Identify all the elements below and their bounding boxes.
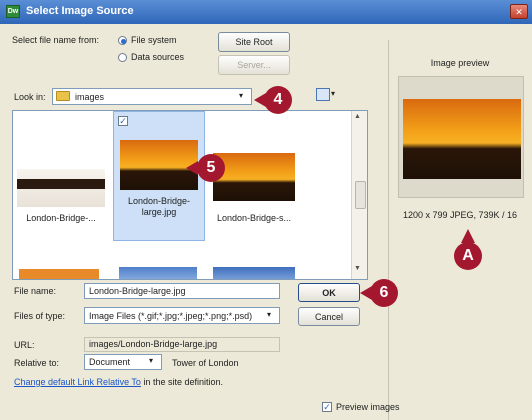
site-root-button[interactable]: Site Root [218, 32, 290, 52]
image-preview-label: Image preview [430, 58, 490, 68]
callout-tail [461, 229, 475, 243]
bridge-silhouette [17, 179, 105, 189]
close-button[interactable]: ✕ [510, 4, 528, 19]
callout-6: 6 [370, 279, 398, 307]
url-label: URL: [14, 340, 35, 350]
thumbnail-image [213, 267, 295, 279]
url-field[interactable]: images/London-Bridge-large.jpg [84, 337, 280, 352]
chevron-down-icon: ▾ [239, 91, 244, 100]
list-item[interactable]: London-Bridge-... [17, 115, 105, 227]
scroll-up-icon[interactable]: ▲ [354, 113, 361, 120]
preview-image [403, 99, 521, 179]
radio-data-sources[interactable] [118, 53, 127, 62]
radio-file-system-label: File system [131, 35, 177, 45]
callout-5: 5 [197, 154, 225, 182]
change-default-link[interactable]: Change default Link Relative To [14, 377, 141, 387]
view-menu-icon[interactable] [316, 88, 330, 101]
list-item-selected[interactable]: ✓ London-Bridge-large.jpg [113, 111, 205, 241]
callout-a: A [454, 242, 482, 270]
file-list[interactable]: London-Bridge-... ✓ London-Bridge-large.… [12, 110, 368, 280]
server-button[interactable]: Server... [218, 55, 290, 75]
cancel-button[interactable]: Cancel [298, 307, 360, 326]
thumbnail-image [19, 269, 99, 279]
file-name-label: London-Bridge-s... [216, 213, 292, 223]
preview-images-checkbox[interactable]: ✓ [322, 402, 332, 412]
chevron-down-icon: ▾ [149, 356, 154, 365]
scroll-thumb[interactable] [355, 181, 366, 209]
look-in-value: images [75, 92, 105, 102]
look-in-dropdown[interactable]: images ▾ [52, 88, 252, 105]
relative-to-value: Document [89, 357, 131, 367]
select-from-label: Select file name from: [12, 35, 100, 45]
folder-icon [56, 91, 70, 101]
view-menu-chevron-icon[interactable]: ▾ [331, 89, 335, 98]
radio-file-system[interactable] [118, 36, 127, 45]
scroll-down-icon[interactable]: ▼ [354, 265, 361, 272]
ok-button[interactable]: OK [298, 283, 360, 302]
thumbnail-image [17, 169, 105, 207]
files-of-type-label: Files of type: [14, 311, 66, 321]
relative-to-label: Relative to: [14, 358, 60, 368]
dreamweaver-app-icon: Dw [6, 5, 20, 18]
relative-to-note: Tower of London [172, 358, 239, 368]
file-name-label: London-Bridge-large.jpg [127, 196, 191, 217]
dialog-title: Select Image Source [26, 5, 134, 17]
callout-4: 4 [264, 86, 292, 114]
thumbnail-image [119, 267, 197, 279]
selected-checkbox[interactable]: ✓ [118, 116, 128, 126]
preview-box [398, 76, 524, 198]
look-in-label: Look in: [14, 92, 46, 102]
change-default-suffix: in the site definition. [143, 377, 223, 387]
chevron-down-icon: ▾ [267, 310, 272, 319]
preview-images-label: Preview images [336, 402, 400, 412]
file-list-scrollbar[interactable]: ▲ ▼ [351, 111, 367, 279]
thumbnail-image [213, 153, 295, 201]
files-of-type-dropdown[interactable]: Image Files (*.gif;*.jpg;*.jpeg;*.png;*.… [84, 307, 280, 324]
relative-to-dropdown[interactable]: Document ▾ [84, 354, 162, 370]
files-of-type-value: Image Files (*.gif;*.jpg;*.jpeg;*.png;*.… [89, 311, 253, 321]
file-name-label: London-Bridge-... [26, 213, 96, 223]
radio-data-sources-label: Data sources [131, 52, 185, 62]
preview-info: 1200 x 799 JPEG, 739K / 16 [402, 210, 518, 220]
file-name-label: File name: [14, 286, 57, 296]
file-name-input[interactable]: London-Bridge-large.jpg [84, 283, 280, 299]
